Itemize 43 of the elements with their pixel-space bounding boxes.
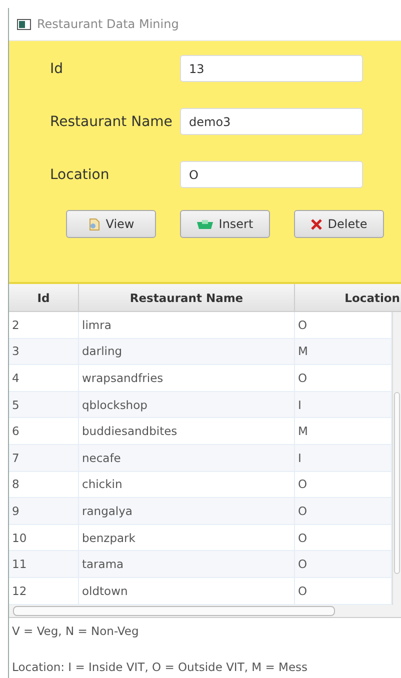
- horizontal-scrollbar[interactable]: [9, 604, 401, 618]
- table-cell: 8: [9, 472, 79, 498]
- table-cell: chickin: [79, 472, 295, 498]
- table-cell: 2: [9, 312, 79, 338]
- app-icon: [17, 18, 31, 30]
- table-cell: 7: [9, 444, 79, 471]
- field-label: Restaurant Name: [49, 114, 174, 130]
- delete-button[interactable]: Delete: [294, 210, 384, 238]
- input-field[interactable]: demo3: [180, 108, 363, 135]
- input-field[interactable]: 13: [180, 55, 363, 82]
- field-label: Id: [49, 60, 64, 76]
- legend-text: Location: I = Inside VIT, O = Outside VIT, M = Mess: [12, 660, 309, 674]
- view-button[interactable]: View: [66, 210, 156, 238]
- vertical-scrollbar[interactable]: [392, 312, 401, 605]
- table-cell: benzpark: [79, 524, 295, 550]
- table-cell: 10: [9, 524, 79, 550]
- table-cell: oldtown: [79, 578, 295, 604]
- column-header[interactable]: Restaurant Name: [79, 284, 295, 311]
- table-cell: rangalya: [79, 498, 295, 524]
- window-title: Restaurant Data Mining: [37, 17, 179, 31]
- table-cell: buddiesandbites: [79, 418, 295, 444]
- tray-icon: [196, 218, 213, 230]
- legend-text: V = Veg, N = Non-Veg: [12, 624, 140, 638]
- field-label: Location: [49, 166, 110, 182]
- table-cell: limra: [79, 312, 295, 338]
- table-cell: 3: [9, 338, 79, 364]
- table-cell: qblockshop: [79, 392, 295, 418]
- table-cell: 5: [9, 392, 79, 418]
- table-cell: tarama: [79, 551, 295, 577]
- table-cell: wrapsandfries: [79, 365, 295, 391]
- table-cell: 6: [9, 418, 79, 444]
- table-cell: 11: [9, 551, 79, 577]
- table-cell: 4: [9, 365, 79, 391]
- table-cell: necafe: [79, 444, 295, 471]
- insert-button[interactable]: Insert: [180, 210, 270, 238]
- column-header[interactable]: Id: [9, 284, 79, 311]
- table-cell: 12: [9, 578, 79, 604]
- input-field[interactable]: O: [180, 161, 363, 188]
- column-header[interactable]: Location: [295, 284, 401, 311]
- document-icon: [88, 218, 100, 230]
- table-cell: darling: [79, 338, 295, 364]
- table-cell: 9: [9, 498, 79, 524]
- close-icon: [310, 218, 322, 230]
